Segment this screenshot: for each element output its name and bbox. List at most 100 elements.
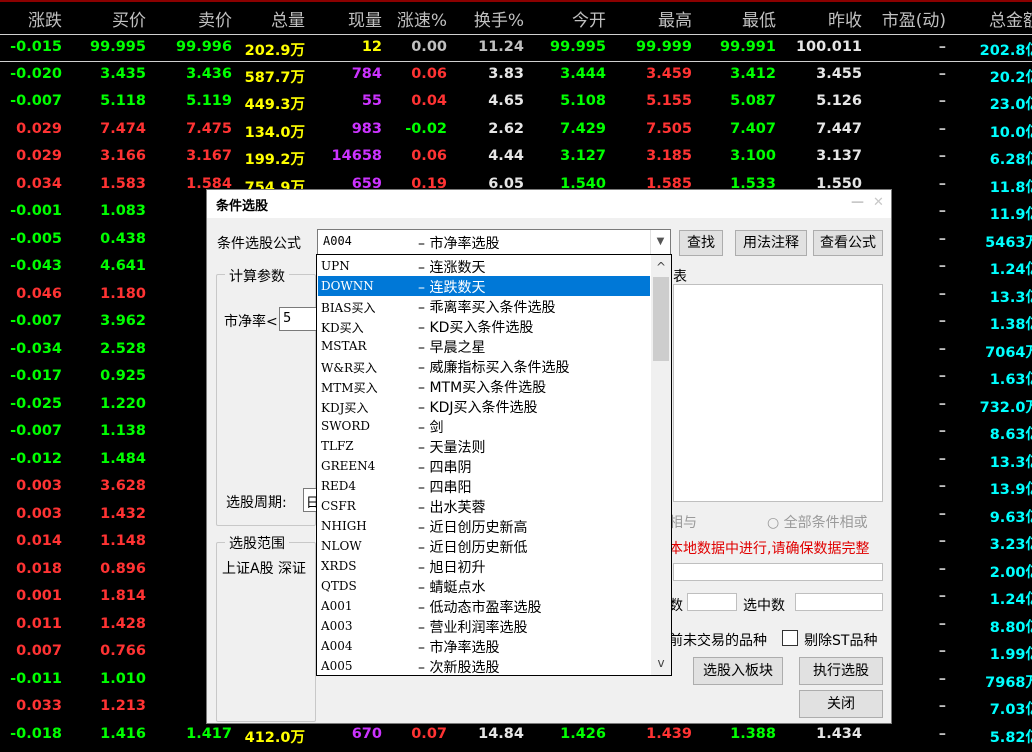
dropdown-item-code: SWORD [321,419,371,433]
table-cell: – [938,39,946,55]
dropdown-item[interactable]: A004 – 市净率选股 [318,636,650,656]
column-header[interactable]: 市盈(动) [882,6,946,31]
table-cell: 7.475 [186,120,232,137]
dropdown-item[interactable]: W&R买入 – 威廉指标买入条件选股 [318,356,650,376]
scroll-thumb[interactable] [653,277,669,361]
table-cell: 0.029 [16,148,62,164]
dropdown-item[interactable]: A001 – 低动态市盈率选股 [318,596,650,616]
table-row[interactable]: -0.018 1.416 1.417 412.0万 670 0.07 14.84 1.426 1… [0,722,1032,750]
table-cell: -0.043 [10,258,62,274]
formula-combobox[interactable]: A004 – 市净率选股 ▼ [317,229,671,255]
minimize-icon[interactable]: — [851,195,864,210]
dropdown-item[interactable]: SWORD – 剑 [318,416,650,436]
column-header[interactable]: 总量 [271,6,305,31]
dropdown-item-code: GREEN4 [321,459,376,473]
chevron-down-icon[interactable]: ▼ [650,230,670,254]
close-button[interactable]: 关闭 [799,690,883,718]
dialog-titlebar[interactable]: 条件选股 — ✕ [207,190,891,218]
table-cell: – [938,175,946,192]
dropdown-item-desc: – 乖离率买入条件选股 [418,300,556,316]
dropdown-item[interactable]: GREEN4 – 四串阴 [318,456,650,476]
dropdown-item[interactable]: A005 – 次新股选股 [318,656,650,676]
dropdown-item[interactable]: MSTAR – 早晨之星 [318,336,650,356]
table-cell: 1.24亿 [989,262,1032,278]
column-header[interactable]: 总金额 [989,6,1032,31]
table-cell: 20.2亿 [989,69,1032,86]
table-cell: 4.44 [488,148,524,164]
dropdown-item[interactable]: TLFZ – 天量法则 [318,436,650,456]
close-icon[interactable]: ✕ [873,195,884,210]
column-header[interactable]: 现量 [348,6,382,31]
table-cell: – [938,670,946,687]
dropdown-item[interactable]: DOWNN – 连跌数天 [318,276,650,296]
pb-input[interactable]: 5 [279,307,319,331]
column-header[interactable]: 今开 [572,6,606,31]
table-cell: – [938,258,946,274]
scroll-up-icon[interactable]: ^ [651,257,671,277]
dropdown-item[interactable]: A003 – 营业利润率选股 [318,616,650,636]
scroll-down-icon[interactable]: v [651,653,671,673]
pb-label: 市净率< [224,314,278,330]
dropdown-item-code: A003 [321,619,353,633]
table-cell: – [938,313,946,329]
dropdown-item[interactable]: NLOW – 近日创历史新低 [318,536,650,556]
table-row[interactable]: -0.020 3.435 3.436 587.7万 784 0.06 3.83 3.444 3.… [0,62,1032,90]
dropdown-item[interactable]: BIAS买入 – 乖离率买入条件选股 [318,296,650,316]
table-cell: 0.007 [16,643,62,659]
dropdown-item[interactable]: KDJ买入 – KDJ买入条件选股 [318,396,650,416]
table-cell: 1.484 [100,450,146,467]
table-cell: 449.3万 [244,97,305,113]
table-row[interactable]: -0.007 5.118 5.119 449.3万 55 0.04 4.65 5.108 5.1… [0,89,1032,117]
dropdown-item-code: A004 [321,639,353,653]
dropdown-item[interactable]: QTDS – 蜻蜓点水 [318,576,650,596]
table-cell: 1.417 [186,725,232,742]
column-header[interactable]: 涨速% [397,6,447,31]
column-header[interactable]: 买价 [112,6,146,31]
dropdown-item[interactable]: XRDS – 旭日初升 [318,556,650,576]
table-cell: 3.185 [646,148,692,164]
dropdown-item[interactable]: CSFR – 出水芙蓉 [318,496,650,516]
table-row[interactable]: -0.015 99.995 99.996 202.9万 12 0.00 11.24 99.99… [0,34,1032,62]
table-row[interactable]: 0.029 7.474 7.475 134.0万 983 -0.02 2.62 7.429 7.… [0,117,1032,145]
dropdown-item[interactable]: KD买入 – KD买入条件选股 [318,316,650,336]
table-cell: 202.9万 [244,43,305,59]
table-cell: – [938,395,946,412]
column-header[interactable]: 卖价 [198,6,232,31]
table-cell: – [938,478,946,494]
table-cell: -0.007 [10,423,62,439]
dropdown-item-desc: – 近日创历史新高 [418,520,528,536]
find-button[interactable]: 查找 [679,230,723,256]
table-cell: 11.24 [478,39,524,55]
table-cell: 3.455 [816,65,862,82]
dropdown-item[interactable]: RED4 – 四串阳 [318,476,650,496]
dropdown-scrollbar[interactable]: ^ v [651,255,671,675]
table-cell: -0.005 [10,230,62,247]
column-header[interactable]: 最低 [742,6,776,31]
table-cell: 99.995 [550,39,606,55]
table-cell: 0.04 [411,93,447,109]
view-formula-button[interactable]: 查看公式 [813,230,883,256]
usage-button[interactable]: 用法注释 [735,230,807,256]
column-header[interactable]: 昨收 [828,6,862,31]
column-header[interactable]: 最高 [658,6,692,31]
run-screen-button[interactable]: 执行选股 [799,657,883,685]
table-cell: 3.412 [730,65,776,82]
table-cell: 0.003 [16,478,62,494]
dropdown-item[interactable]: NHIGH – 近日创历史新高 [318,516,650,536]
add-to-block-button[interactable]: 选股入板块 [693,657,783,685]
table-cell: -0.018 [10,725,62,742]
table-cell: 1.083 [100,203,146,219]
table-cell: – [938,423,946,439]
column-header[interactable]: 换手% [474,6,524,31]
column-header[interactable]: 涨跌 [28,6,62,31]
table-cell: 670 [351,725,382,742]
formula-dropdown-list[interactable]: UPN – 连涨数天 DOWNN – 连跌数天 BIAS买入 – 乖离率买入条件选股 KD买… [316,254,672,676]
table-cell: 5.108 [560,93,606,109]
exclude-st-checkbox[interactable] [782,630,798,646]
all-or-radio[interactable]: ○ 全部条件相或 [767,512,868,532]
dropdown-item[interactable]: MTM买入 – MTM买入条件选股 [318,376,650,396]
table-cell: 0.00 [411,39,447,55]
table-row[interactable]: 0.029 3.166 3.167 199.2万 14658 0.06 4.44 3.127 3… [0,144,1032,172]
description-area[interactable] [673,284,883,502]
dropdown-item[interactable]: UPN – 连涨数天 [318,256,650,276]
